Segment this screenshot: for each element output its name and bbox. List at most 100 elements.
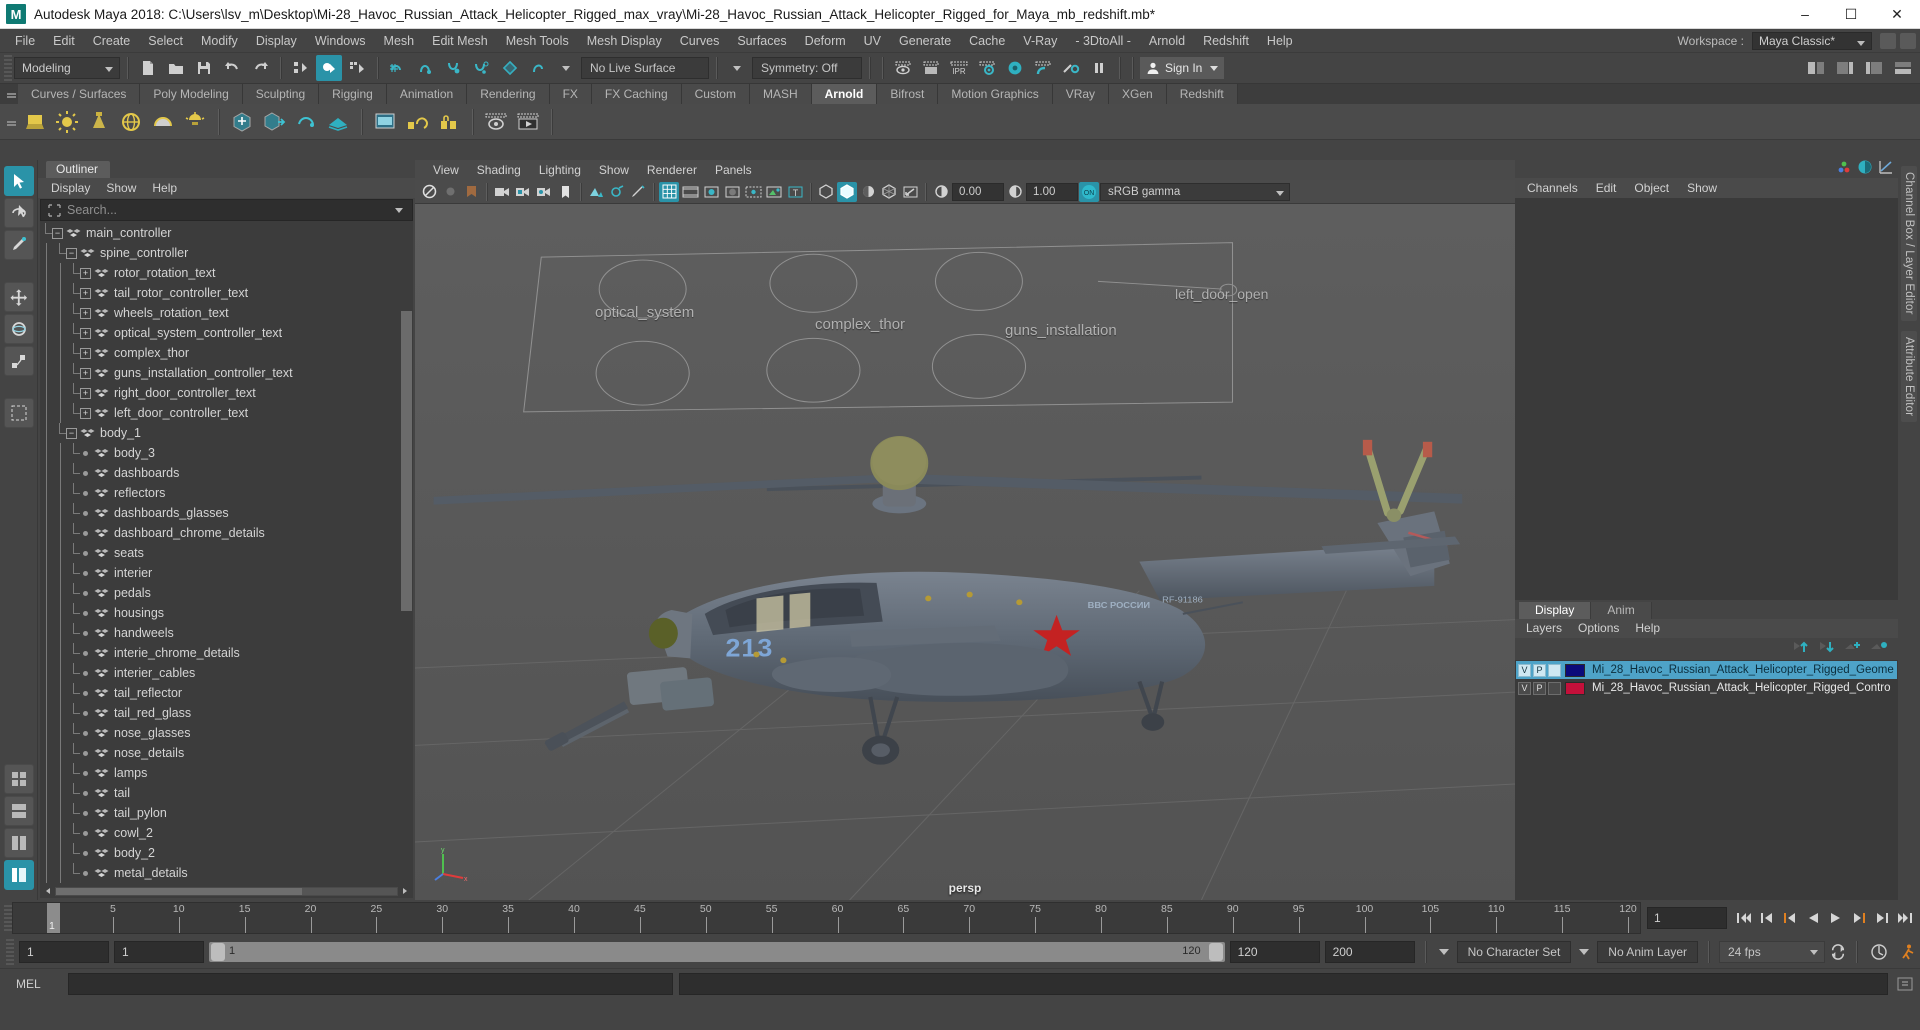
channelbox-toggle-icon[interactable] [1857, 159, 1873, 180]
gamma-value[interactable]: 1.00 [1026, 182, 1078, 201]
range-slider-bar[interactable]: 1 120 [209, 942, 1225, 962]
outliner-item[interactable]: interier_cables [40, 663, 413, 683]
playback-speed-selector[interactable]: 24 fps [1719, 941, 1825, 963]
ipr-render-icon[interactable]: IPR [946, 55, 972, 81]
arnold-spot-light-icon[interactable] [84, 107, 114, 137]
layer-menu-options[interactable]: Options [1571, 620, 1626, 637]
menu-mesh-tools[interactable]: Mesh Tools [497, 30, 578, 52]
color-management-toggle-icon[interactable]: ON [1079, 181, 1099, 202]
exposure-reset-icon[interactable] [900, 182, 920, 202]
search-clear-icon[interactable] [386, 205, 412, 215]
channelbox-menu-show[interactable]: Show [1679, 179, 1725, 197]
outliner-item[interactable]: handweels [40, 623, 413, 643]
bookmarks-icon[interactable] [555, 182, 575, 202]
outliner-menu-display[interactable]: Display [44, 179, 97, 197]
arnold-point-light-icon[interactable] [52, 107, 82, 137]
layer-tab-display[interactable]: Display [1519, 602, 1592, 619]
outliner-item[interactable]: + complex_thor [40, 343, 413, 363]
create-layer-from-selected-icon[interactable] [1870, 640, 1888, 659]
outliner-item[interactable]: + right_door_controller_text [40, 383, 413, 403]
color-profile-selector[interactable]: sRGB gamma [1100, 182, 1290, 201]
outliner-item[interactable]: metal_details [40, 863, 413, 883]
shaded-mode-icon[interactable] [837, 181, 857, 202]
outliner-item[interactable]: pedals [40, 583, 413, 603]
outliner-menu-help[interactable]: Help [145, 179, 184, 197]
menu-3dtoall[interactable]: - 3DtoAll - [1066, 30, 1140, 52]
render-setup-icon[interactable] [1030, 55, 1056, 81]
channelbox-menu-channels[interactable]: Channels [1519, 179, 1586, 197]
layer-visibility-toggle[interactable]: V [1518, 681, 1531, 695]
outliner-item[interactable]: + left_door_controller_text [40, 403, 413, 423]
paint-select-tool-button[interactable] [3, 230, 34, 260]
go-to-start-button[interactable] [1733, 906, 1755, 930]
light-editor-icon[interactable] [1058, 55, 1084, 81]
layer-menu-layers[interactable]: Layers [1519, 620, 1569, 637]
outliner-item[interactable]: − main_controller [40, 223, 413, 243]
outliner-item[interactable]: + optical_system_controller_text [40, 323, 413, 343]
hypershade-icon[interactable] [1002, 55, 1028, 81]
arnold-volume-icon[interactable] [291, 107, 321, 137]
playback-end-field[interactable]: 200 [1324, 941, 1415, 963]
statusbar-grip[interactable] [4, 55, 12, 81]
move-layer-up-icon[interactable] [1792, 640, 1810, 659]
step-back-keyframe-button[interactable] [1756, 906, 1778, 930]
outliner-menu-show[interactable]: Show [99, 179, 143, 197]
xray-mode-icon[interactable] [816, 182, 836, 202]
shelf-tab-custom[interactable]: Custom [681, 84, 750, 104]
viewport-menu-lighting[interactable]: Lighting [531, 161, 589, 179]
layout-outliner-persp-button[interactable] [3, 860, 34, 890]
shelf-tab-poly-modeling[interactable]: Poly Modeling [140, 84, 243, 104]
step-back-frame-button[interactable] [1779, 906, 1801, 930]
arnold-play-sequence-icon[interactable] [513, 107, 543, 137]
menu-uv[interactable]: UV [855, 30, 890, 52]
tree-expand-toggle[interactable]: + [80, 387, 91, 399]
tree-expand-toggle[interactable]: + [80, 307, 91, 319]
hscroll-track[interactable] [55, 886, 398, 896]
arnold-render-view-icon[interactable] [370, 107, 400, 137]
range-slider-grip[interactable] [6, 939, 14, 965]
layer-row[interactable]: V P Mi_28_Havoc_Russian_Attack_Helicopter_… [1516, 679, 1897, 697]
range-start-field[interactable]: 1 [19, 941, 109, 963]
tree-expand-toggle[interactable]: + [80, 287, 91, 299]
layer-list[interactable]: V P Mi_28_Havoc_Russian_Attack_Helicopter_… [1515, 660, 1898, 900]
menu-cache[interactable]: Cache [960, 30, 1014, 52]
layer-color-swatch[interactable] [1565, 681, 1585, 695]
range-right-handle[interactable] [1208, 943, 1223, 961]
menu-generate[interactable]: Generate [890, 30, 960, 52]
outliner-scroll-thumb[interactable] [401, 311, 412, 611]
outliner-item[interactable]: tail_red_glass [40, 703, 413, 723]
arnold-skydome-light-icon[interactable] [116, 107, 146, 137]
layer-menu-help[interactable]: Help [1628, 620, 1667, 637]
smooth-shading-icon[interactable] [722, 182, 742, 202]
shelf-tab-redshift[interactable]: Redshift [1166, 84, 1238, 104]
undo-icon[interactable] [219, 55, 245, 81]
minimize-button[interactable]: – [1782, 0, 1828, 29]
layer-display-type-toggle[interactable] [1548, 663, 1561, 677]
redo-icon[interactable] [247, 55, 273, 81]
sidetab-attribute-editor[interactable]: Attribute Editor [1901, 330, 1917, 422]
outliner-item[interactable]: seats [40, 543, 413, 563]
search-input[interactable] [67, 203, 386, 217]
toggle-attribute-editor-icon[interactable] [1832, 55, 1858, 81]
camera-settings-icon[interactable] [534, 182, 554, 202]
signin-button[interactable]: Sign In [1140, 57, 1225, 79]
outliner-item[interactable]: + tail_rotor_controller_text [40, 283, 413, 303]
xray-joints-icon[interactable] [858, 182, 878, 202]
render-settings-icon[interactable] [974, 55, 1000, 81]
menu-arnold[interactable]: Arnold [1140, 30, 1194, 52]
toggle-grid-icon[interactable] [659, 181, 679, 202]
arnold-open-render-view-icon[interactable] [481, 107, 511, 137]
toggle-modeling-toolkit-icon[interactable] [1890, 55, 1916, 81]
menu-mesh[interactable]: Mesh [375, 30, 424, 52]
outliner-tab[interactable]: Outliner [46, 161, 111, 178]
step-forward-keyframe-button[interactable] [1871, 906, 1893, 930]
outliner-item[interactable]: interier [40, 563, 413, 583]
menu-deform[interactable]: Deform [796, 30, 855, 52]
shelf-tab-rendering[interactable]: Rendering [467, 84, 550, 104]
play-forwards-button[interactable] [1825, 906, 1847, 930]
channelbox-menu-edit[interactable]: Edit [1588, 179, 1625, 197]
outliner-item[interactable]: dashboard_chrome_details [40, 523, 413, 543]
scroll-left-icon[interactable] [42, 886, 54, 897]
range-left-handle[interactable] [211, 943, 225, 961]
animation-preferences-icon[interactable] [1896, 942, 1920, 962]
